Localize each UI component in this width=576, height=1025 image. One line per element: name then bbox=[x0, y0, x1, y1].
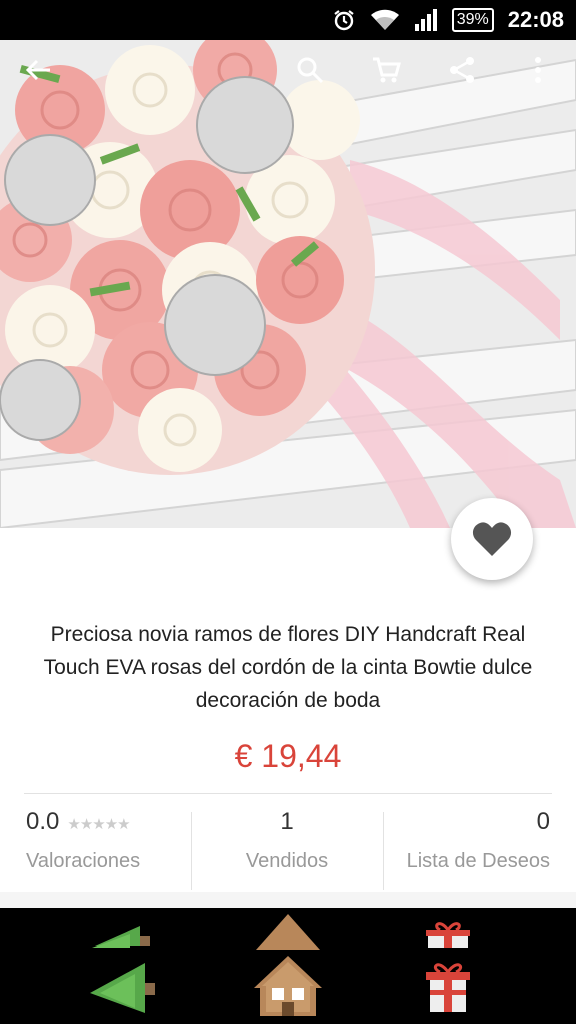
more-vert-icon[interactable] bbox=[518, 50, 558, 90]
rating-value: 0.0 bbox=[26, 808, 60, 835]
search-icon[interactable] bbox=[290, 50, 330, 90]
stats-row: 0.0 ★★★★★ Valoraciones 1 Vendidos 0 Lista… bbox=[0, 808, 576, 892]
sold-label: Vendidos bbox=[245, 850, 329, 872]
divider bbox=[24, 793, 552, 794]
sold-stat[interactable]: 1 Vendidos bbox=[192, 808, 382, 892]
product-price: € 19,44 bbox=[234, 738, 342, 774]
clock: 22:08 bbox=[507, 7, 564, 32]
toolbar bbox=[0, 40, 576, 100]
rating-label: Valoraciones bbox=[26, 850, 141, 872]
home-icon[interactable] bbox=[252, 912, 324, 1025]
wishlist-stat[interactable]: 0 Lista de Deseos bbox=[384, 808, 550, 892]
back-arrow-icon[interactable] bbox=[18, 50, 58, 90]
wishlist-value: 0 bbox=[536, 808, 550, 835]
wishlist-button[interactable] bbox=[451, 498, 533, 580]
bottom-nav bbox=[0, 908, 576, 1024]
signal-icon bbox=[414, 8, 438, 32]
tree-icon[interactable] bbox=[90, 918, 160, 1021]
cart-icon[interactable] bbox=[366, 50, 406, 90]
product-image[interactable] bbox=[0, 40, 576, 528]
wishlist-label: Lista de Deseos bbox=[406, 850, 550, 872]
rating-stars-icon: ★★★★★ bbox=[67, 816, 130, 833]
sold-value: 1 bbox=[280, 808, 294, 835]
wifi-icon bbox=[370, 8, 400, 32]
gift-icon[interactable] bbox=[424, 918, 472, 1021]
rating-stat[interactable]: 0.0 ★★★★★ Valoraciones bbox=[26, 808, 191, 892]
share-icon[interactable] bbox=[442, 50, 482, 90]
heart-icon bbox=[472, 522, 512, 556]
alarm-icon bbox=[332, 8, 356, 32]
product-title: Preciosa novia ramos de flores DIY Handc… bbox=[43, 623, 533, 712]
battery-icon: 39% bbox=[451, 8, 494, 32]
status-bar: 39% 22:08 bbox=[0, 0, 576, 40]
